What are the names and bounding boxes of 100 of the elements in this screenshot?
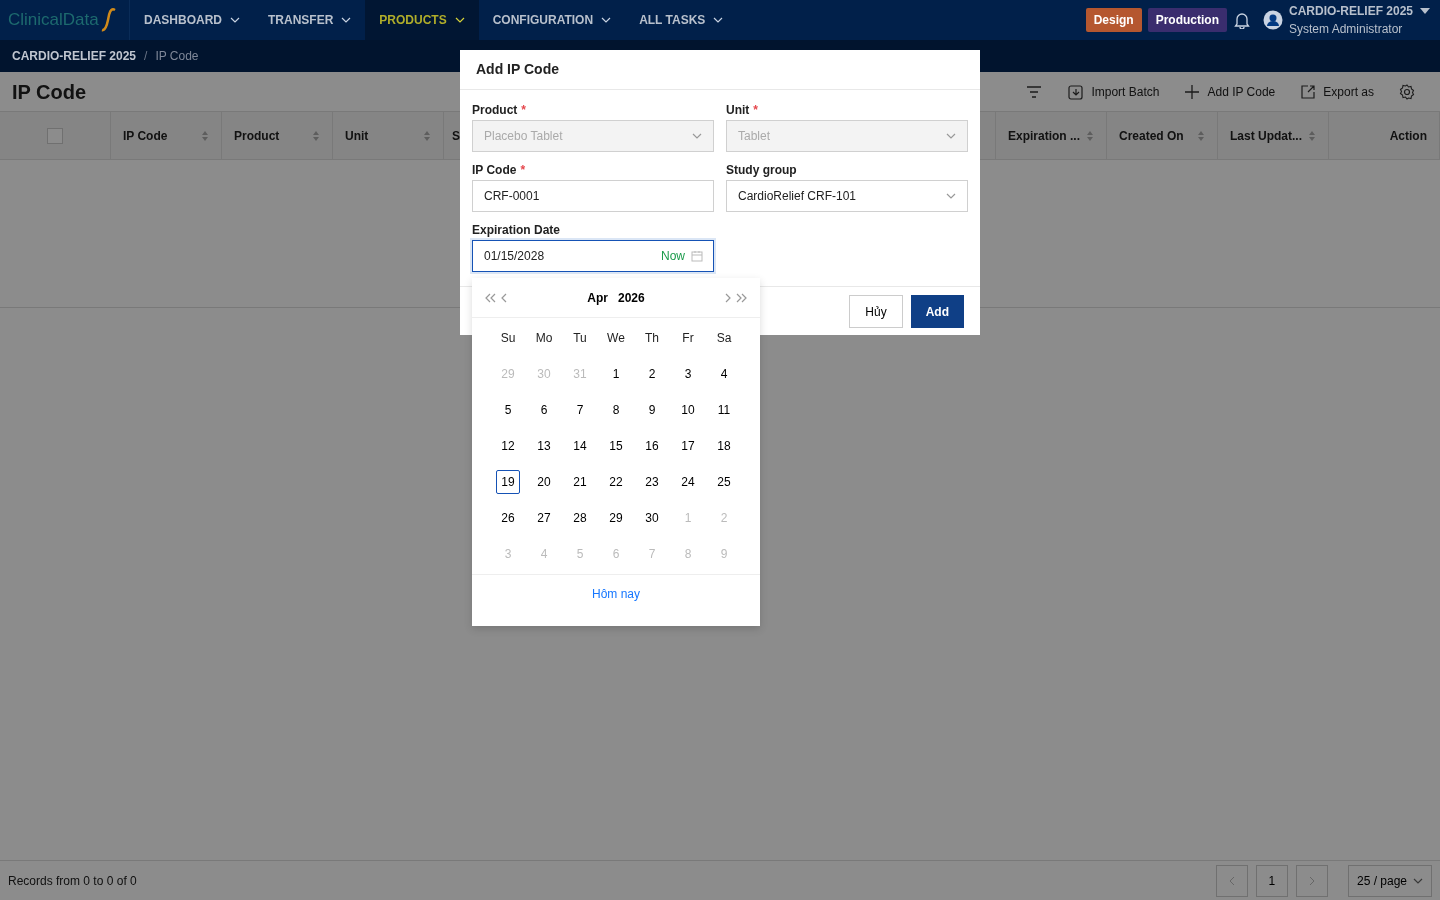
add-button[interactable]: Add IP Code	[1171, 82, 1288, 101]
export-button[interactable]: Export as	[1287, 82, 1386, 101]
calendar-day[interactable]: 23	[640, 470, 664, 494]
field-label: Product	[472, 102, 518, 119]
chevron-down-icon	[946, 193, 956, 199]
calendar-day[interactable]: 24	[676, 470, 700, 494]
weekday-label: Mo	[534, 330, 554, 347]
today-link[interactable]: Hôm nay	[586, 583, 646, 604]
calendar-day[interactable]: 27	[532, 506, 556, 530]
calendar-day[interactable]: 21	[568, 470, 592, 494]
year-select[interactable]: 2026	[616, 288, 647, 307]
chevron-down-icon	[713, 17, 724, 23]
chevron-down-icon	[230, 17, 240, 23]
logo-swirl-icon	[100, 7, 117, 33]
chevron-right-icon	[1308, 875, 1315, 886]
records-summary: Records from 0 to 0 of 0	[8, 872, 137, 890]
plus-icon	[1183, 82, 1202, 101]
calendar-day[interactable]: 15	[604, 434, 628, 458]
weekday-label: Sa	[715, 330, 733, 347]
weekday-label: Tu	[572, 330, 588, 347]
calendar-day[interactable]: 26	[496, 506, 520, 530]
breadcrumb-item[interactable]: CARDIO-RELIEF 2025	[12, 47, 137, 65]
now-link[interactable]: Now	[661, 247, 685, 265]
sort-icon	[201, 129, 209, 142]
column-header[interactable]: Unit	[345, 126, 369, 145]
column-header[interactable]: IP Code	[123, 126, 168, 145]
calendar-day[interactable]: 16	[640, 434, 664, 458]
nav-tab[interactable]: DASHBOARD	[130, 0, 254, 40]
column-header[interactable]: Created On	[1119, 126, 1184, 145]
calendar-day[interactable]: 2	[640, 362, 664, 386]
chevron-down-icon	[692, 133, 702, 139]
calendar-day[interactable]: 12	[496, 434, 520, 458]
field-label: Expiration Date	[472, 222, 561, 239]
chevron-right-icon	[725, 292, 732, 303]
column-header[interactable]: S	[452, 126, 460, 145]
calendar-day[interactable]: 19	[496, 470, 520, 494]
nav-tab[interactable]: PRODUCTS	[365, 0, 479, 40]
settings-icon[interactable]	[1398, 82, 1416, 101]
calendar-day[interactable]: 5	[496, 398, 520, 422]
input-field[interactable]: CRF-0001	[472, 180, 714, 212]
nav-tab[interactable]: CONFIGURATION	[478, 0, 626, 40]
chevron-down-icon	[1413, 877, 1423, 884]
calendar-day[interactable]: 20	[532, 470, 556, 494]
calendar-day[interactable]: 29	[604, 506, 628, 530]
breadcrumb-item: IP Code	[155, 48, 199, 65]
calendar-day[interactable]: 6	[532, 398, 556, 422]
chevron-down-icon	[946, 133, 956, 139]
import-icon	[1067, 82, 1086, 101]
column-header[interactable]: Expiration ...	[1008, 126, 1080, 145]
calendar-day[interactable]: 1	[604, 362, 628, 386]
column-header[interactable]: Product	[234, 126, 280, 145]
column-header[interactable]: Last Updat...	[1230, 126, 1302, 145]
calendar-day[interactable]: 22	[604, 470, 628, 494]
breadcrumb-separator: /	[144, 48, 148, 65]
environment-tag: Production	[1147, 8, 1227, 32]
environment-tag: Design	[1085, 8, 1142, 32]
calendar-icon	[691, 250, 703, 262]
calendar-day[interactable]: 3	[676, 362, 700, 386]
sort-icon	[1197, 129, 1205, 142]
next-page-button[interactable]	[1295, 864, 1328, 897]
previous-page-button[interactable]	[1215, 864, 1248, 897]
double-chevron-left-icon	[484, 292, 496, 303]
export-icon	[1299, 82, 1318, 101]
sort-icon	[423, 129, 431, 142]
calendar-day[interactable]: 8	[604, 398, 628, 422]
field-label: Study group	[726, 162, 797, 179]
page-size-select[interactable]: 25 / page	[1347, 864, 1432, 897]
required-mark: *	[520, 162, 526, 179]
calendar-day[interactable]: 4	[712, 362, 736, 386]
calendar-day[interactable]: 11	[712, 398, 736, 422]
calendar-day[interactable]: 10	[676, 398, 700, 422]
page-title: IP Code	[12, 79, 87, 104]
calendar-day[interactable]: 18	[712, 434, 736, 458]
calendar-day[interactable]: 7	[568, 398, 592, 422]
page-number-button[interactable]: 1	[1255, 864, 1288, 897]
calendar-day[interactable]: 14	[568, 434, 592, 458]
caret-down-icon[interactable]	[1420, 8, 1430, 14]
select-field[interactable]: CardioRelief CRF-101	[726, 180, 968, 212]
bell-icon[interactable]	[1232, 11, 1251, 29]
required-mark: *	[753, 102, 758, 119]
select-all-checkbox[interactable]	[47, 127, 63, 144]
import-button[interactable]: Import Batch	[1055, 82, 1172, 101]
calendar-day[interactable]: 17	[676, 434, 700, 458]
study-name: CARDIO-RELIEF 2025	[1288, 3, 1413, 20]
logo-text: ClinicalData	[8, 9, 99, 32]
calendar-day[interactable]: 13	[532, 434, 556, 458]
calendar-day[interactable]: 9	[640, 398, 664, 422]
month-select[interactable]: Apr	[585, 288, 610, 307]
calendar-day[interactable]: 28	[568, 506, 592, 530]
calendar-day[interactable]: 25	[712, 470, 736, 494]
nav-tab[interactable]: TRANSFER	[254, 0, 366, 40]
chevron-down-icon	[601, 17, 612, 23]
sort-icon	[312, 129, 320, 142]
column-header[interactable]: Action	[1389, 126, 1427, 145]
double-chevron-right-icon	[736, 292, 748, 303]
calendar-day[interactable]: 30	[640, 506, 664, 530]
nav-tab[interactable]: ALL TASKS	[625, 0, 738, 40]
chevron-down-icon	[341, 17, 352, 23]
cancel-button[interactable]: Hủy	[849, 295, 903, 328]
add-button[interactable]: Add	[910, 295, 964, 328]
